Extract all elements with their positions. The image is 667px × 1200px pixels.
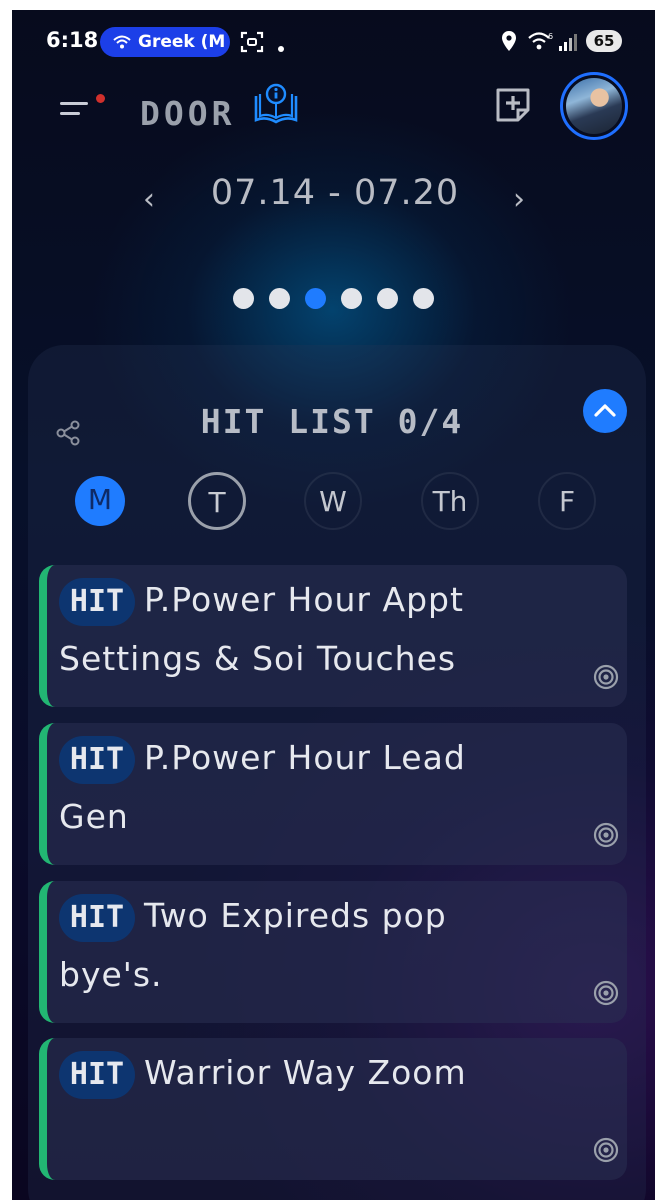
menu-notification-dot: [96, 94, 105, 103]
profile-photo: [566, 78, 622, 134]
task-card[interactable]: HIT Two Expireds pop bye's.: [39, 881, 627, 1023]
hamburger-menu-icon[interactable]: [58, 92, 105, 128]
task-title-line2: Settings & Soi Touches: [59, 639, 457, 678]
wifi-icon: 6: [528, 32, 553, 50]
day-button-t[interactable]: T: [188, 472, 246, 530]
week-range-label: 07.14 - 07.20: [210, 173, 460, 213]
target-icon[interactable]: [593, 822, 619, 848]
share-icon[interactable]: [55, 420, 81, 446]
status-bar: 6:18 Greek (M 6 65: [12, 10, 655, 72]
app-screen: 6:18 Greek (M 6 65 DOOR ‹ 07.14 - 07.20 …: [12, 10, 655, 1200]
collapse-button[interactable]: [583, 389, 627, 433]
location-icon: [502, 31, 516, 51]
add-note-icon[interactable]: [494, 86, 532, 124]
target-icon[interactable]: [593, 1137, 619, 1163]
task-card[interactable]: HIT Warrior Way Zoom: [39, 1038, 627, 1180]
screenshot-icon: [240, 31, 264, 53]
page-dot[interactable]: [341, 288, 362, 309]
next-week-button[interactable]: ›: [504, 180, 534, 220]
app-title: DOOR: [140, 94, 236, 133]
task-tag: HIT: [59, 736, 135, 784]
page-dot[interactable]: [377, 288, 398, 309]
target-icon[interactable]: [593, 980, 619, 1006]
target-icon[interactable]: [593, 664, 619, 690]
task-title-line2: bye's.: [59, 955, 163, 994]
chevron-up-icon: [594, 404, 616, 417]
active-app-pill[interactable]: Greek (M: [100, 27, 230, 57]
hotspot-icon: [113, 35, 131, 49]
battery-indicator: 65: [586, 30, 622, 52]
task-title-line1: P.Power Hour Appt: [144, 580, 464, 619]
active-app-label: Greek (M: [138, 32, 226, 52]
notification-dot: [278, 46, 284, 52]
task-title-line1: P.Power Hour Lead: [144, 738, 466, 777]
prev-week-button[interactable]: ‹: [134, 180, 164, 220]
page-dot[interactable]: [413, 288, 434, 309]
day-button-f[interactable]: F: [538, 472, 596, 530]
avatar[interactable]: [560, 72, 628, 140]
task-tag: HIT: [59, 894, 135, 942]
task-title-line1: Warrior Way Zoom: [144, 1053, 467, 1092]
signal-icon: [559, 34, 577, 51]
page-dot[interactable]: [305, 288, 326, 309]
day-button-m[interactable]: M: [75, 476, 125, 526]
info-book-icon[interactable]: [252, 82, 300, 128]
page-dot[interactable]: [233, 288, 254, 309]
task-tag: HIT: [59, 1051, 135, 1099]
page-dot[interactable]: [269, 288, 290, 309]
day-button-w[interactable]: W: [304, 472, 362, 530]
day-button-th[interactable]: Th: [421, 472, 479, 530]
status-time: 6:18: [46, 28, 99, 52]
hit-list-title: HIT LIST 0/4: [200, 402, 464, 441]
task-card[interactable]: HIT P.Power Hour Appt Settings & Soi Touch…: [39, 565, 627, 707]
task-title-line2: Gen: [59, 797, 129, 836]
svg-text:6: 6: [548, 32, 553, 41]
task-title-line1: Two Expireds pop: [144, 896, 447, 935]
task-tag: HIT: [59, 578, 135, 626]
task-card[interactable]: HIT P.Power Hour Lead Gen: [39, 723, 627, 865]
